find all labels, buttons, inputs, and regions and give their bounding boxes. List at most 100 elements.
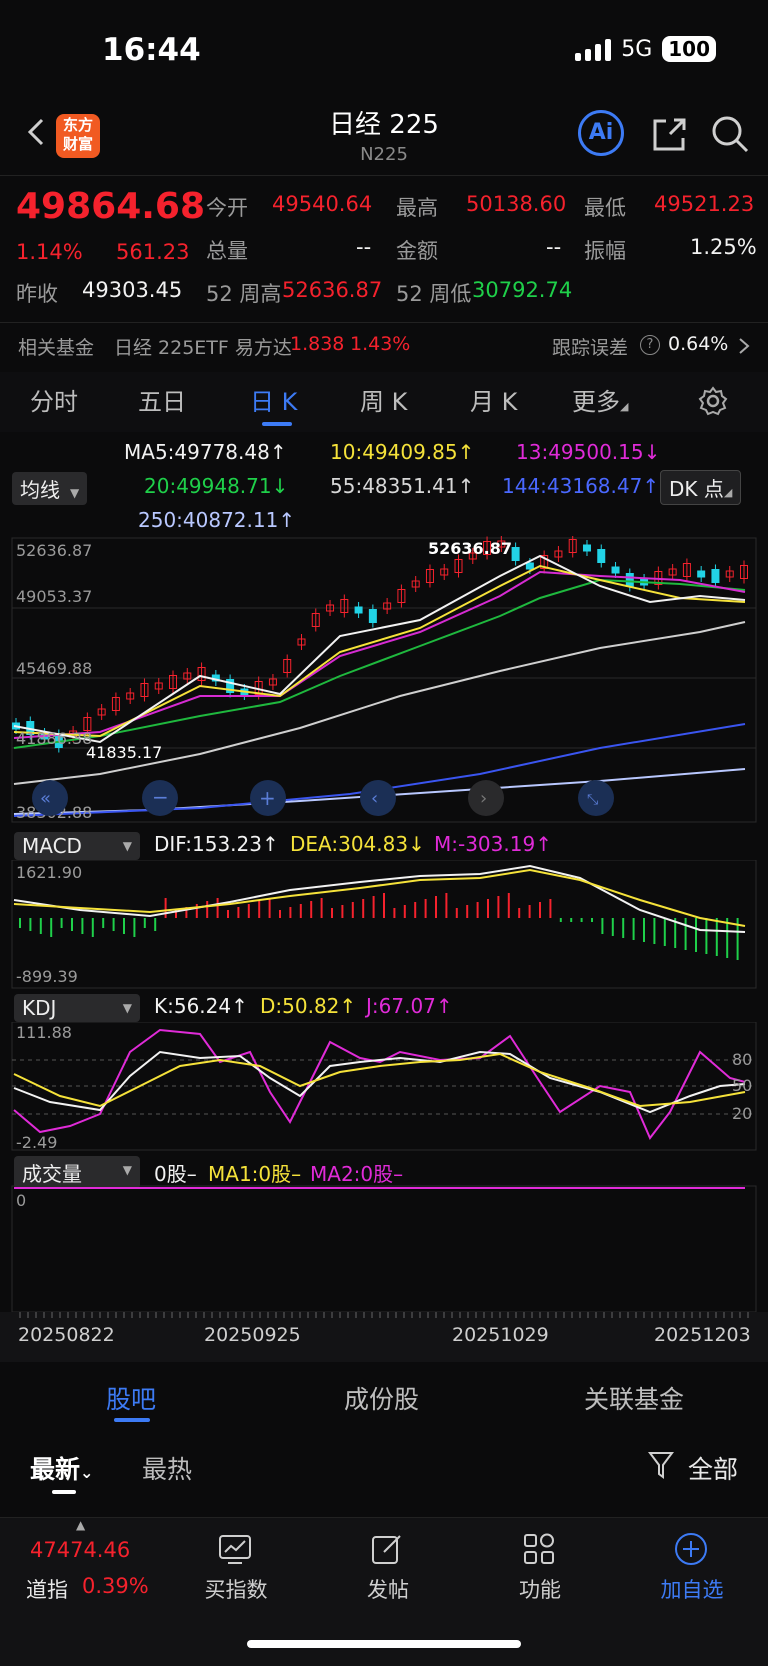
date-ticks <box>19 1312 749 1318</box>
related-fund-name: 日经 225ETF 易方达 <box>114 337 292 359</box>
tab-constituents[interactable]: 成份股 <box>344 1380 419 1416</box>
min-mark: 41835.17 <box>86 743 162 762</box>
ma-selector[interactable]: 均线 ▼ <box>12 472 88 505</box>
status-indicators: 5G 100 <box>575 36 716 62</box>
week52-low-value: 30792.74 <box>472 278 573 302</box>
candle <box>697 570 706 578</box>
tab-features[interactable]: 功能 <box>490 1574 590 1604</box>
tab-monthly-k[interactable]: 月 K <box>470 382 517 417</box>
related-fund-pct: 1.43% <box>350 333 411 355</box>
open-label: 今开 <box>206 196 248 220</box>
dk-point-button[interactable]: DK 点◢ <box>660 470 742 505</box>
change-pct: 1.14% <box>16 240 83 264</box>
svg-text:−: − <box>152 785 169 809</box>
related-fund-row[interactable]: 相关基金 日经 225ETF 易方达 1.838 1.43% 跟踪误差 ? 0.… <box>0 323 768 369</box>
date-label-1: 20250822 <box>18 1324 115 1346</box>
dow-index-pct[interactable]: 0.39% <box>82 1574 149 1598</box>
sort-latest[interactable]: 最新⌄ <box>30 1450 93 1486</box>
max-mark: 52636.87 <box>428 539 512 558</box>
related-fund-label: 相关基金 <box>18 337 95 359</box>
gear-icon[interactable] <box>698 386 728 416</box>
tab-weekly-k[interactable]: 周 K <box>360 382 407 417</box>
help-icon[interactable]: ? <box>640 335 660 355</box>
chevron-right-icon <box>739 338 750 354</box>
change-amount: 561.23 <box>116 240 190 264</box>
low-label: 最低 <box>584 196 626 220</box>
tracking-error-label: 跟踪误差 <box>552 337 629 359</box>
period-tabs: 分时 五日 日 K 周 K 月 K 更多◢ <box>0 372 768 432</box>
ma144-value: 144:43168.47↑ <box>502 474 660 498</box>
high-label: 最高 <box>396 196 438 220</box>
tab-add-watchlist[interactable]: 加自选 <box>642 1574 742 1604</box>
ai-button[interactable]: Ai <box>578 110 624 156</box>
kline-chart[interactable]: 52636.87 49053.37 45469.88 41886.38 3830… <box>0 536 768 826</box>
macd-selector[interactable]: MACD ▼ <box>14 832 140 860</box>
amplitude-label: 振幅 <box>584 239 626 263</box>
ma13-value: 13:49500.15↓ <box>516 440 661 464</box>
macd-top-label: 1621.90 <box>16 863 82 882</box>
network-label: 5G <box>621 36 653 62</box>
grid-icon[interactable] <box>522 1532 556 1566</box>
caret-up-icon: ▲ <box>76 1518 86 1532</box>
tab-five-day[interactable]: 五日 <box>138 382 186 417</box>
volume-ma2: MA2:0股– <box>310 1162 404 1186</box>
date-label-3: 20251029 <box>452 1324 549 1346</box>
tab-intraday[interactable]: 分时 <box>30 382 78 417</box>
chart-icon[interactable] <box>218 1532 252 1566</box>
kdj-level-50: 50 <box>732 1076 752 1095</box>
ma5-line <box>13 554 746 744</box>
kdj-selector[interactable]: KDJ ▼ <box>14 994 140 1022</box>
open-value: 49540.64 <box>272 192 373 216</box>
dow-index-value[interactable]: 47474.46 <box>30 1538 130 1562</box>
sort-underline <box>52 1490 76 1494</box>
kdj-top-label: 111.88 <box>16 1023 72 1042</box>
candle <box>625 573 634 587</box>
date-label-2: 20250925 <box>204 1324 301 1346</box>
svg-text:«: « <box>40 788 51 809</box>
dow-index-name[interactable]: 道指 <box>26 1574 68 1604</box>
volume-label: 总量 <box>206 239 248 263</box>
home-indicator <box>247 1640 521 1648</box>
tab-more[interactable]: 更多◢ <box>572 382 628 417</box>
tab-daily-k[interactable]: 日 K <box>250 382 297 417</box>
svg-text:⤡: ⤡ <box>587 792 598 808</box>
add-circle-icon[interactable] <box>674 1532 708 1566</box>
tab-guba[interactable]: 股吧 <box>106 1380 156 1416</box>
candle <box>582 544 591 552</box>
tab-related-funds[interactable]: 关联基金 <box>584 1380 684 1416</box>
share-icon[interactable] <box>650 116 688 154</box>
chevron-down-icon: ⌄ <box>80 1463 94 1482</box>
ma10-line <box>13 564 746 738</box>
kdj-level-80: 80 <box>732 1050 752 1069</box>
macd-bottom-label: -899.39 <box>16 967 78 986</box>
tab-buy-index[interactable]: 买指数 <box>186 1574 286 1604</box>
search-icon[interactable] <box>710 114 750 154</box>
filter-icon[interactable] <box>648 1450 676 1480</box>
tab-post[interactable]: 发帖 <box>338 1574 438 1604</box>
tab-underline <box>262 422 292 426</box>
kdj-level-20: 20 <box>732 1104 752 1123</box>
tracking-error-value: 0.64% <box>668 333 729 355</box>
dea-line <box>13 868 746 927</box>
nav-bar: 东方 财富 日经 225 N225 Ai <box>0 100 768 172</box>
filter-all[interactable]: 全部 <box>688 1450 738 1486</box>
status-time: 16:44 <box>102 32 201 68</box>
prev-close-value: 49303.45 <box>82 278 183 302</box>
kdj-j: J:67.07↑ <box>366 994 453 1018</box>
ma55-value: 55:48351.41↑ <box>330 474 475 498</box>
low-value: 49521.23 <box>654 192 755 216</box>
caret-down-icon: ◢ <box>620 400 629 413</box>
sort-hot[interactable]: 最热 <box>142 1450 192 1486</box>
kdj-bottom-label: -2.49 <box>16 1133 57 1152</box>
week52-high-label: 52 周高 <box>206 282 282 306</box>
signal-icon <box>575 37 612 61</box>
macd-m: M:-303.19↑ <box>434 832 552 856</box>
y-label-2: 49053.37 <box>16 587 92 606</box>
volume-zero-label: 0 <box>16 1191 26 1210</box>
battery-icon: 100 <box>662 36 716 62</box>
caret-down-icon: ◢ <box>723 486 733 499</box>
prev-close-label: 昨收 <box>16 282 58 306</box>
kdj-chart: 111.88 -2.49 80 50 20 <box>11 1022 757 1152</box>
macd-dea: DEA:304.83↓ <box>290 832 425 856</box>
edit-icon[interactable] <box>370 1532 404 1566</box>
